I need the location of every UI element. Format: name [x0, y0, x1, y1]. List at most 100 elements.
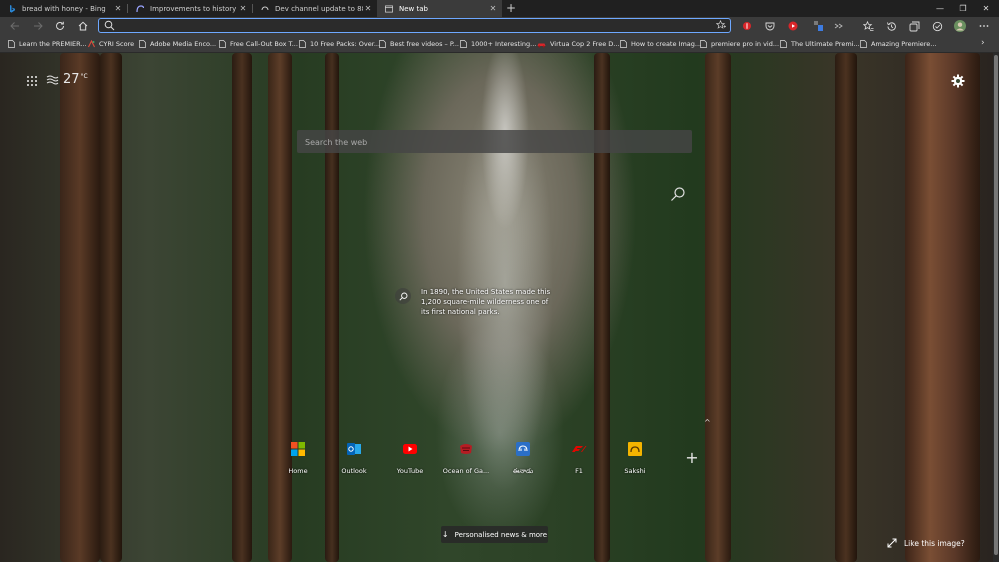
quick-link-sakshi[interactable]: Sakshi [611, 437, 659, 475]
quick-link-label: Home [288, 467, 308, 475]
quick-link-home[interactable]: Home [274, 437, 322, 475]
search-icon[interactable] [670, 186, 686, 202]
expand-icon [887, 538, 897, 548]
image-fact-text: In 1890, the United States made this 1,2… [421, 288, 551, 316]
outlook-icon [346, 441, 362, 457]
page-icon [299, 39, 306, 48]
close-tab-button[interactable]: ✕ [238, 4, 248, 13]
double-chevron-icon[interactable] [833, 20, 845, 32]
bing-icon [8, 4, 16, 13]
app-launcher-icon[interactable] [26, 75, 38, 87]
address-bar[interactable] [98, 18, 731, 33]
tab-title: Dev channel update to 88.0.702 [275, 4, 363, 13]
ocean-of-games-icon [458, 441, 474, 457]
add-favorite-icon[interactable] [716, 20, 726, 30]
tab-history-improvements[interactable]: Improvements to history in Micr ✕ [128, 0, 252, 17]
red-car-icon [537, 43, 546, 47]
background-tree-trunk [268, 53, 292, 562]
weather-temperature: 27 [63, 72, 80, 87]
news-button-label: Personalised news & more [454, 530, 548, 539]
image-fact: In 1890, the United States made this 1,2… [395, 287, 556, 317]
background-tree-trunk [232, 53, 252, 562]
quick-link-f1[interactable]: F1 [555, 437, 603, 475]
search-icon [104, 20, 115, 31]
weather-widget[interactable]: 27 °C [46, 72, 88, 87]
bookmark-item[interactable]: The Ultimate Premi... [780, 35, 860, 52]
history-icon[interactable] [885, 20, 897, 32]
like-this-image-button[interactable]: Like this image? [887, 538, 965, 548]
tab-dev-channel[interactable]: Dev channel update to 88.0.702 ✕ [253, 0, 377, 17]
bookmark-label: Amazing Premiere... [871, 39, 937, 48]
bookmark-item[interactable]: 10 Free Packs: Over... [299, 35, 380, 52]
more-bookmarks-button[interactable]: › [981, 35, 985, 52]
bookmark-item[interactable]: Free Call-Out Box T... [219, 35, 298, 52]
profile-avatar[interactable] [954, 20, 966, 32]
youtube-extension-icon[interactable] [787, 20, 799, 32]
quick-link-youtube[interactable]: YouTube [386, 437, 434, 475]
bookmark-item[interactable]: Virtua Cop 2 Free D... [537, 35, 619, 52]
tab-bing[interactable]: bread with honey - Bing ✕ [0, 0, 127, 17]
address-input[interactable] [119, 19, 709, 32]
image-info-button[interactable] [395, 288, 411, 304]
bookmark-item[interactable]: 1000+ Interesting... [460, 35, 536, 52]
bookmark-label: Virtua Cop 2 Free D... [550, 39, 620, 48]
back-button[interactable] [6, 17, 24, 35]
bookmark-item[interactable]: Amazing Premiere... [860, 35, 937, 52]
collapse-quick-links-button[interactable]: ^ [704, 418, 711, 427]
toolbar [0, 17, 999, 35]
close-tab-button[interactable]: ✕ [113, 4, 123, 13]
gear-icon[interactable] [951, 74, 965, 88]
refresh-icon [56, 21, 64, 30]
bookmark-item[interactable]: Learn the PREMIER... [8, 35, 87, 52]
search-input[interactable] [303, 130, 662, 155]
like-image-label: Like this image? [904, 538, 965, 548]
bookmark-item[interactable]: Adobe Media Enco... [139, 35, 216, 52]
close-tab-button[interactable]: ✕ [363, 4, 373, 13]
scrollbar-thumb[interactable] [994, 55, 998, 555]
arrow-down-icon: ↓ [441, 530, 449, 539]
eenadu-icon [515, 441, 531, 457]
forward-button[interactable] [29, 17, 47, 35]
background-tree-trunk [705, 53, 731, 562]
home-button[interactable] [74, 17, 92, 35]
pocket-extension-icon[interactable] [764, 20, 776, 32]
web-search-box[interactable] [297, 130, 692, 155]
close-tab-button[interactable]: ✕ [488, 4, 498, 13]
personalised-news-button[interactable]: ↓ Personalised news & more [441, 526, 548, 543]
quick-link-label: Ocean of Ga... [442, 467, 490, 475]
edge-insider-icon [136, 4, 144, 13]
bookmark-label: CYRI Score [99, 39, 135, 48]
magnifier-icon [398, 292, 407, 301]
weather-unit: °C [80, 73, 88, 80]
close-window-button[interactable]: ✕ [975, 0, 997, 17]
quick-link-ocean-of-games[interactable]: Ocean of Ga... [442, 437, 490, 475]
add-site-button[interactable]: + [684, 450, 700, 466]
quick-link-outlook[interactable]: Outlook [330, 437, 378, 475]
bookmark-label: Best free videos – P... [390, 39, 459, 48]
page-icon [620, 39, 627, 48]
page-icon [700, 39, 707, 48]
bookmark-label: Learn the PREMIER... [19, 39, 87, 48]
quick-link-label: Sakshi [624, 467, 646, 475]
tab-new-tab[interactable]: New tab ✕ [377, 0, 502, 17]
sync-icon[interactable] [931, 20, 943, 32]
bookmark-label: Free Call-Out Box T... [230, 39, 298, 48]
collections-icon[interactable] [908, 20, 920, 32]
refresh-button[interactable] [51, 17, 69, 35]
more-options-icon[interactable] [978, 20, 990, 32]
maximize-button[interactable]: ❐ [952, 0, 974, 17]
bookmark-item[interactable]: Best free videos – P... [379, 35, 459, 52]
f1-icon [571, 441, 587, 457]
quick-link-eenadu[interactable]: ఈనాడు [499, 437, 547, 477]
blue-extension-icon[interactable] [812, 20, 824, 32]
page-icon [139, 39, 146, 48]
new-tab-button[interactable]: + [505, 0, 517, 17]
minimize-button[interactable]: — [929, 0, 951, 17]
bookmark-item[interactable]: How to create Imag... [620, 35, 701, 52]
page-icon [219, 39, 226, 48]
red-extension-icon[interactable] [741, 20, 753, 32]
favorites-icon[interactable] [862, 20, 874, 32]
bookmark-item[interactable]: CYRI Score [88, 35, 134, 52]
background-tree-trunk [100, 53, 122, 562]
bookmark-item[interactable]: premiere pro in vid... [700, 35, 779, 52]
